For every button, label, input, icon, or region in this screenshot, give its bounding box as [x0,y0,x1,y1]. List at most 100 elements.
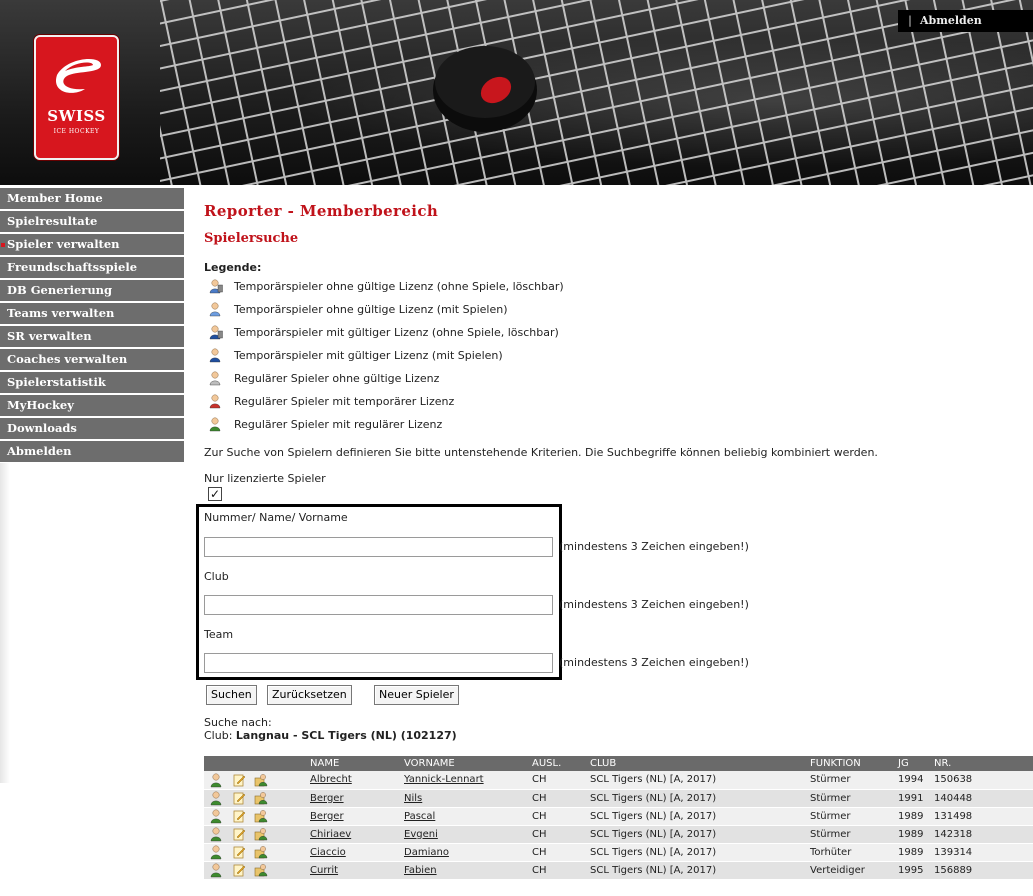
cell-vorname[interactable]: Evgeni [401,825,529,844]
cell-name[interactable]: Berger [307,789,401,808]
sidebar-item-teams-verwalten[interactable]: Teams verwalten [0,303,184,324]
cell-ausl: CH [529,843,587,862]
sidebar-item-spielerstatistik[interactable]: Spielerstatistik [0,372,184,393]
logo-subtitle: ICE HOCKEY [53,128,100,135]
legend-text: Temporärspieler ohne gültige Lizenz (ohn… [234,280,564,293]
cell-club: SCL Tigers (NL) [A, 2017) [587,771,807,790]
legend-item: Regulärer Spieler mit regulärer Lizenz [209,413,564,436]
player-vorname-link[interactable]: Yannick-Lennart [404,774,484,785]
club-input[interactable] [204,595,553,615]
player-icon[interactable] [210,827,224,842]
column-header-funktion[interactable]: FUNKTION [807,756,895,771]
cell-name[interactable]: Albrecht [307,771,401,790]
sidebar-item-myhockey[interactable]: MyHockey [0,395,184,416]
column-header-jg[interactable]: JG [895,756,931,771]
edit-icon[interactable] [232,791,246,805]
legend-text: Temporärspieler mit gültiger Lizenz (ohn… [234,326,559,339]
sidebar-item-abmelden[interactable]: Abmelden [0,441,184,462]
legend-item: Regulärer Spieler mit temporärer Lizenz [209,390,564,413]
new-player-button[interactable]: Neuer Spieler [374,685,459,705]
number-name-input[interactable] [204,537,553,557]
sidebar-item-downloads[interactable]: Downloads [0,418,184,439]
licensed-only-checkbox[interactable]: ✓ [208,487,222,501]
swiss-ice-hockey-logo: SWISS ICE HOCKEY [34,35,119,160]
cell-funktion: Stürmer [807,807,895,826]
cell-name[interactable]: Currit [307,861,401,880]
column-header-vorname[interactable]: VORNAME [401,756,529,771]
player-icon[interactable] [210,845,224,860]
player-name-link[interactable]: Berger [310,793,344,804]
license-icon[interactable] [254,827,268,841]
column-header-club[interactable]: CLUB [587,756,807,771]
legend-item: Temporärspieler mit gültiger Lizenz (mit… [209,344,564,367]
legend-list: Temporärspieler ohne gültige Lizenz (ohn… [209,275,564,436]
search-for-club-value: Langnau - SCL Tigers (NL) (102127) [235,729,457,742]
column-header-nr[interactable]: NR. [931,756,1033,771]
legend-text: Regulärer Spieler mit temporärer Lizenz [234,395,455,408]
sidebar-item-member-home[interactable]: Member Home [0,188,184,209]
sidebar-item-spieler-verwalten[interactable]: Spieler verwalten [0,234,184,255]
sidebar-item-coaches-verwalten[interactable]: Coaches verwalten [0,349,184,370]
player-name-link[interactable]: Ciaccio [310,847,346,858]
table-row: Currit Fabien CH SCL Tigers (NL) [A, 201… [204,861,1033,880]
license-icon[interactable] [254,809,268,823]
cell-vorname[interactable]: Yannick-Lennart [401,771,529,790]
club-hint: (mindestens 3 Zeichen eingeben!) [559,598,749,611]
edit-icon[interactable] [232,809,246,823]
column-header-name[interactable]: NAME [307,756,401,771]
player-vorname-link[interactable]: Fabien [404,865,437,876]
header-logout-link[interactable]: Abmelden [920,14,982,27]
number-name-hint: (mindestens 3 Zeichen eingeben!) [559,540,749,553]
player-vorname-link[interactable]: Nils [404,793,422,804]
player-name-link[interactable]: Albrecht [310,774,352,785]
cell-club: SCL Tigers (NL) [A, 2017) [587,789,807,808]
column-header-ausl[interactable]: AUSL. [529,756,587,771]
top-bar: | Abmelden [898,10,1033,32]
player-name-link[interactable]: Chiriaev [310,829,351,840]
results-table: NAME VORNAME AUSL. CLUB FUNKTION JG NR. … [204,756,1033,880]
player-icon[interactable] [210,809,224,824]
cell-vorname[interactable]: Fabien [401,861,529,880]
cell-vorname[interactable]: Pascal [401,807,529,826]
player-icon[interactable] [210,773,224,787]
sidebar-item-sr-verwalten[interactable]: SR verwalten [0,326,184,347]
player-icon[interactable] [210,863,224,878]
player-name-link[interactable]: Berger [310,811,344,822]
header-banner: | Abmelden SWISS ICE HOCKEY [0,0,1033,185]
search-button[interactable]: Suchen [206,685,257,705]
sidebar-item-spielresultate[interactable]: Spielresultate [0,211,184,232]
cell-name[interactable]: Berger [307,807,401,826]
cell-vorname[interactable]: Damiano [401,843,529,862]
sidebar-shadow [0,463,10,783]
edit-icon[interactable] [232,827,246,841]
legend-text: Temporärspieler mit gültiger Lizenz (mit… [234,349,503,362]
edit-icon[interactable] [232,773,246,787]
player-vorname-link[interactable]: Pascal [404,811,435,822]
player-vorname-link[interactable]: Damiano [404,847,449,858]
row-actions [204,789,307,808]
edit-icon[interactable] [232,863,246,877]
player-icon[interactable] [210,791,224,806]
license-icon[interactable] [254,791,268,805]
player-icon [209,417,223,432]
table-row: Albrecht Yannick-Lennart CH SCL Tigers (… [204,771,1033,790]
cell-name[interactable]: Ciaccio [307,843,401,862]
legend-text: Regulärer Spieler mit regulärer Lizenz [234,418,443,431]
player-name-link[interactable]: Currit [310,865,338,876]
license-icon[interactable] [254,863,268,877]
license-icon[interactable] [254,773,268,787]
cell-vorname[interactable]: Nils [401,789,529,808]
temp-player-trash-icon [209,279,223,294]
legend-title: Legende: [204,261,262,274]
cell-nr: 131498 [931,807,1033,826]
edit-icon[interactable] [232,845,246,859]
legend-text: Temporärspieler ohne gültige Lizenz (mit… [234,303,508,316]
cell-name[interactable]: Chiriaev [307,825,401,844]
sidebar-item-freundschaftsspiele[interactable]: Freundschaftsspiele [0,257,184,278]
player-vorname-link[interactable]: Evgeni [404,829,438,840]
reset-button[interactable]: Zurücksetzen [267,685,352,705]
license-icon[interactable] [254,845,268,859]
team-input[interactable] [204,653,553,673]
sidebar-item-db-generierung[interactable]: DB Generierung [0,280,184,301]
legend-item: Regulärer Spieler ohne gültige Lizenz [209,367,564,390]
